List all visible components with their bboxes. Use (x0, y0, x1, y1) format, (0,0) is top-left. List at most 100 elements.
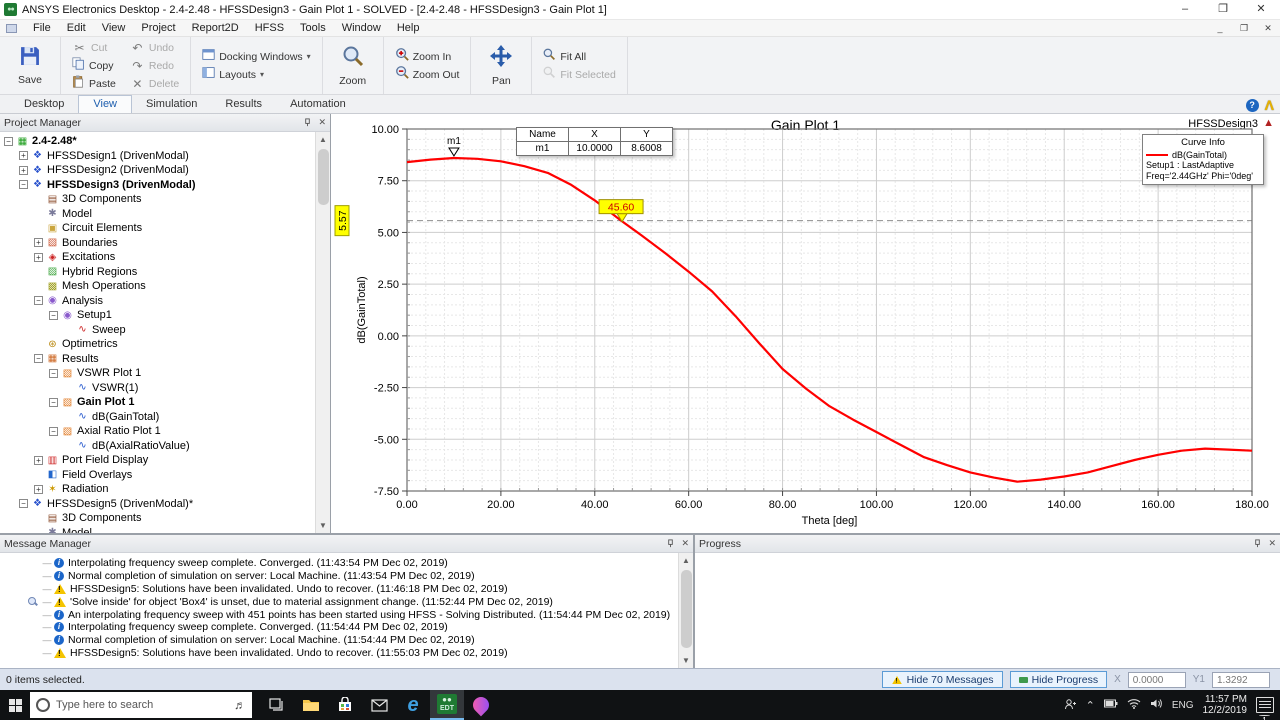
menu-tools[interactable]: Tools (292, 22, 334, 34)
tree-item[interactable]: ⊛ Optimetrics (0, 337, 315, 352)
tree-item[interactable]: − ❖ HFSSDesign3 (DrivenModal) (0, 178, 315, 193)
project-tree-scrollbar[interactable]: ▲ ▼ (315, 132, 330, 533)
docking-windows-button[interactable]: Docking Windows ▾ (199, 48, 313, 65)
collapse-icon[interactable]: − (19, 180, 28, 190)
tree-item[interactable]: + ✶ Radiation (0, 482, 315, 497)
collapse-icon[interactable]: − (34, 296, 43, 306)
tree-item[interactable]: ∿ dB(AxialRatioValue) (0, 439, 315, 454)
tree-item[interactable]: − ◉ Analysis (0, 294, 315, 309)
tab-results[interactable]: Results (211, 96, 276, 113)
people-icon[interactable] (1064, 698, 1077, 713)
message-row[interactable]: —'Solve inside' for object 'Box4' is uns… (0, 595, 678, 608)
save-button[interactable]: Save (8, 45, 52, 86)
fit-all-button[interactable]: Fit All (540, 48, 618, 65)
menu-hfss[interactable]: HFSS (247, 22, 292, 34)
tree-item[interactable]: ∿ Sweep (0, 323, 315, 338)
tab-simulation[interactable]: Simulation (132, 96, 211, 113)
expand-icon[interactable]: + (19, 165, 28, 175)
y-coord-value[interactable]: 1.3292 (1212, 671, 1270, 688)
message-scrollbar[interactable]: ▲ ▼ (678, 553, 693, 668)
menu-report2d[interactable]: Report2D (184, 22, 247, 34)
edge-browser-button[interactable]: e (396, 690, 430, 720)
tree-item[interactable]: − ▦ 2.4-2.48* (0, 134, 315, 149)
undo-button[interactable]: ↶ Undo (127, 39, 182, 56)
tree-item[interactable]: + ❖ HFSSDesign2 (DrivenModal) (0, 163, 315, 178)
tree-item[interactable]: − ▧ Axial Ratio Plot 1 (0, 424, 315, 439)
redo-button[interactable]: ↷ Redo (127, 57, 182, 74)
tree-item[interactable]: − ◉ Setup1 (0, 308, 315, 323)
tree-item[interactable]: ◧ Field Overlays (0, 468, 315, 483)
tree-item[interactable]: ▩ Mesh Operations (0, 279, 315, 294)
tab-desktop[interactable]: Desktop (10, 96, 78, 113)
mail-button[interactable] (362, 690, 396, 720)
wifi-icon[interactable] (1127, 698, 1141, 712)
tree-item[interactable]: + ▥ Port Field Display (0, 453, 315, 468)
tree-item[interactable]: + ❖ HFSSDesign1 (DrivenModal) (0, 149, 315, 164)
tree-item[interactable]: − ▦ Results (0, 352, 315, 367)
cut-button[interactable]: ✂ Cut (69, 39, 119, 56)
tree-item[interactable]: ▣ Circuit Elements (0, 221, 315, 236)
message-row[interactable]: —HFSSDesign5: Solutions have been invali… (0, 647, 678, 660)
start-button[interactable] (0, 690, 30, 720)
expand-icon[interactable]: + (34, 455, 43, 465)
collapse-icon[interactable]: − (19, 499, 28, 509)
task-view-button[interactable] (260, 690, 294, 720)
taskbar-search-input[interactable]: Type here to search ♬ (30, 692, 252, 718)
tree-item[interactable]: − ▧ Gain Plot 1 (0, 395, 315, 410)
zoom-button[interactable]: Zoom (331, 44, 375, 87)
pin-icon[interactable] (303, 114, 312, 132)
store-button[interactable] (328, 690, 362, 720)
ansys-edt-button[interactable]: ●● EDT (430, 690, 464, 720)
gain-chart[interactable]: 0.00 20.00 40.00 60.00 80.00 100.00 120.00 140.… (331, 114, 1276, 533)
menu-view[interactable]: View (94, 22, 134, 34)
expand-icon[interactable]: + (34, 484, 43, 494)
tab-automation[interactable]: Automation (276, 96, 360, 113)
mdi-document-icon[interactable] (6, 23, 17, 33)
child-minimize-button[interactable]: _ (1208, 21, 1232, 36)
zoom-in-button[interactable]: Zoom In (392, 48, 463, 65)
message-row[interactable]: — i Normal completion of simulation on ser… (0, 570, 678, 583)
collapse-icon[interactable]: − (34, 354, 43, 364)
menu-edit[interactable]: Edit (59, 22, 94, 34)
x-coord-value[interactable]: 0.0000 (1127, 671, 1186, 688)
close-panel-icon[interactable]: ✕ (1268, 538, 1276, 549)
minimize-button[interactable]: – (1166, 0, 1204, 19)
pin-icon[interactable] (1253, 535, 1262, 553)
collapse-icon[interactable]: − (49, 397, 58, 407)
menu-file[interactable]: File (25, 22, 59, 34)
message-row[interactable]: — i Interpolating frequency sweep complete… (0, 557, 678, 570)
collapse-icon[interactable]: − (49, 426, 58, 436)
collapse-icon[interactable]: − (49, 310, 58, 320)
layouts-button[interactable]: Layouts ▾ (199, 66, 313, 83)
tree-item[interactable]: ▨ Hybrid Regions (0, 265, 315, 280)
tab-view[interactable]: View (78, 95, 133, 113)
maximize-button[interactable]: ❐ (1204, 0, 1242, 19)
message-row[interactable]: — i An interpolating frequency sweep with … (0, 608, 678, 621)
pan-button[interactable]: Pan (479, 44, 523, 87)
microphone-icon[interactable]: ♬ (234, 698, 246, 712)
volume-icon[interactable] (1150, 698, 1163, 712)
tree-item[interactable]: ∿ dB(GainTotal) (0, 410, 315, 425)
pin-icon[interactable] (666, 535, 675, 553)
expand-icon[interactable]: + (34, 238, 43, 248)
paste-button[interactable]: Paste (69, 74, 119, 92)
hide-progress-button[interactable]: Hide Progress (1009, 671, 1108, 688)
tree-item[interactable]: − ❖ HFSSDesign5 (DrivenModal)* (0, 497, 315, 512)
close-panel-icon[interactable]: ✕ (681, 538, 689, 549)
fit-selected-button[interactable]: Fit Selected (540, 66, 618, 83)
close-button[interactable]: ✕ (1242, 0, 1280, 19)
tree-item[interactable]: ▤ 3D Components (0, 192, 315, 207)
menu-help[interactable]: Help (389, 22, 428, 34)
maps-button[interactable] (464, 690, 498, 720)
action-center-icon[interactable]: 1 (1256, 697, 1274, 725)
tree-item[interactable]: − ▧ VSWR Plot 1 (0, 366, 315, 381)
copy-button[interactable]: Copy (69, 56, 119, 74)
hide-messages-button[interactable]: Hide 70 Messages (881, 671, 1003, 688)
expand-icon[interactable]: + (19, 151, 28, 161)
child-close-button[interactable]: ✕ (1256, 21, 1280, 36)
taskbar-clock[interactable]: 11:57 PM 12/2/2019 (1203, 694, 1248, 716)
message-row[interactable]: — i Interpolating frequency sweep complete… (0, 621, 678, 634)
expand-icon[interactable]: + (34, 252, 43, 262)
message-row[interactable]: — i Normal completion of simulation on ser… (0, 634, 678, 647)
tree-item[interactable]: ∿ VSWR(1) (0, 381, 315, 396)
